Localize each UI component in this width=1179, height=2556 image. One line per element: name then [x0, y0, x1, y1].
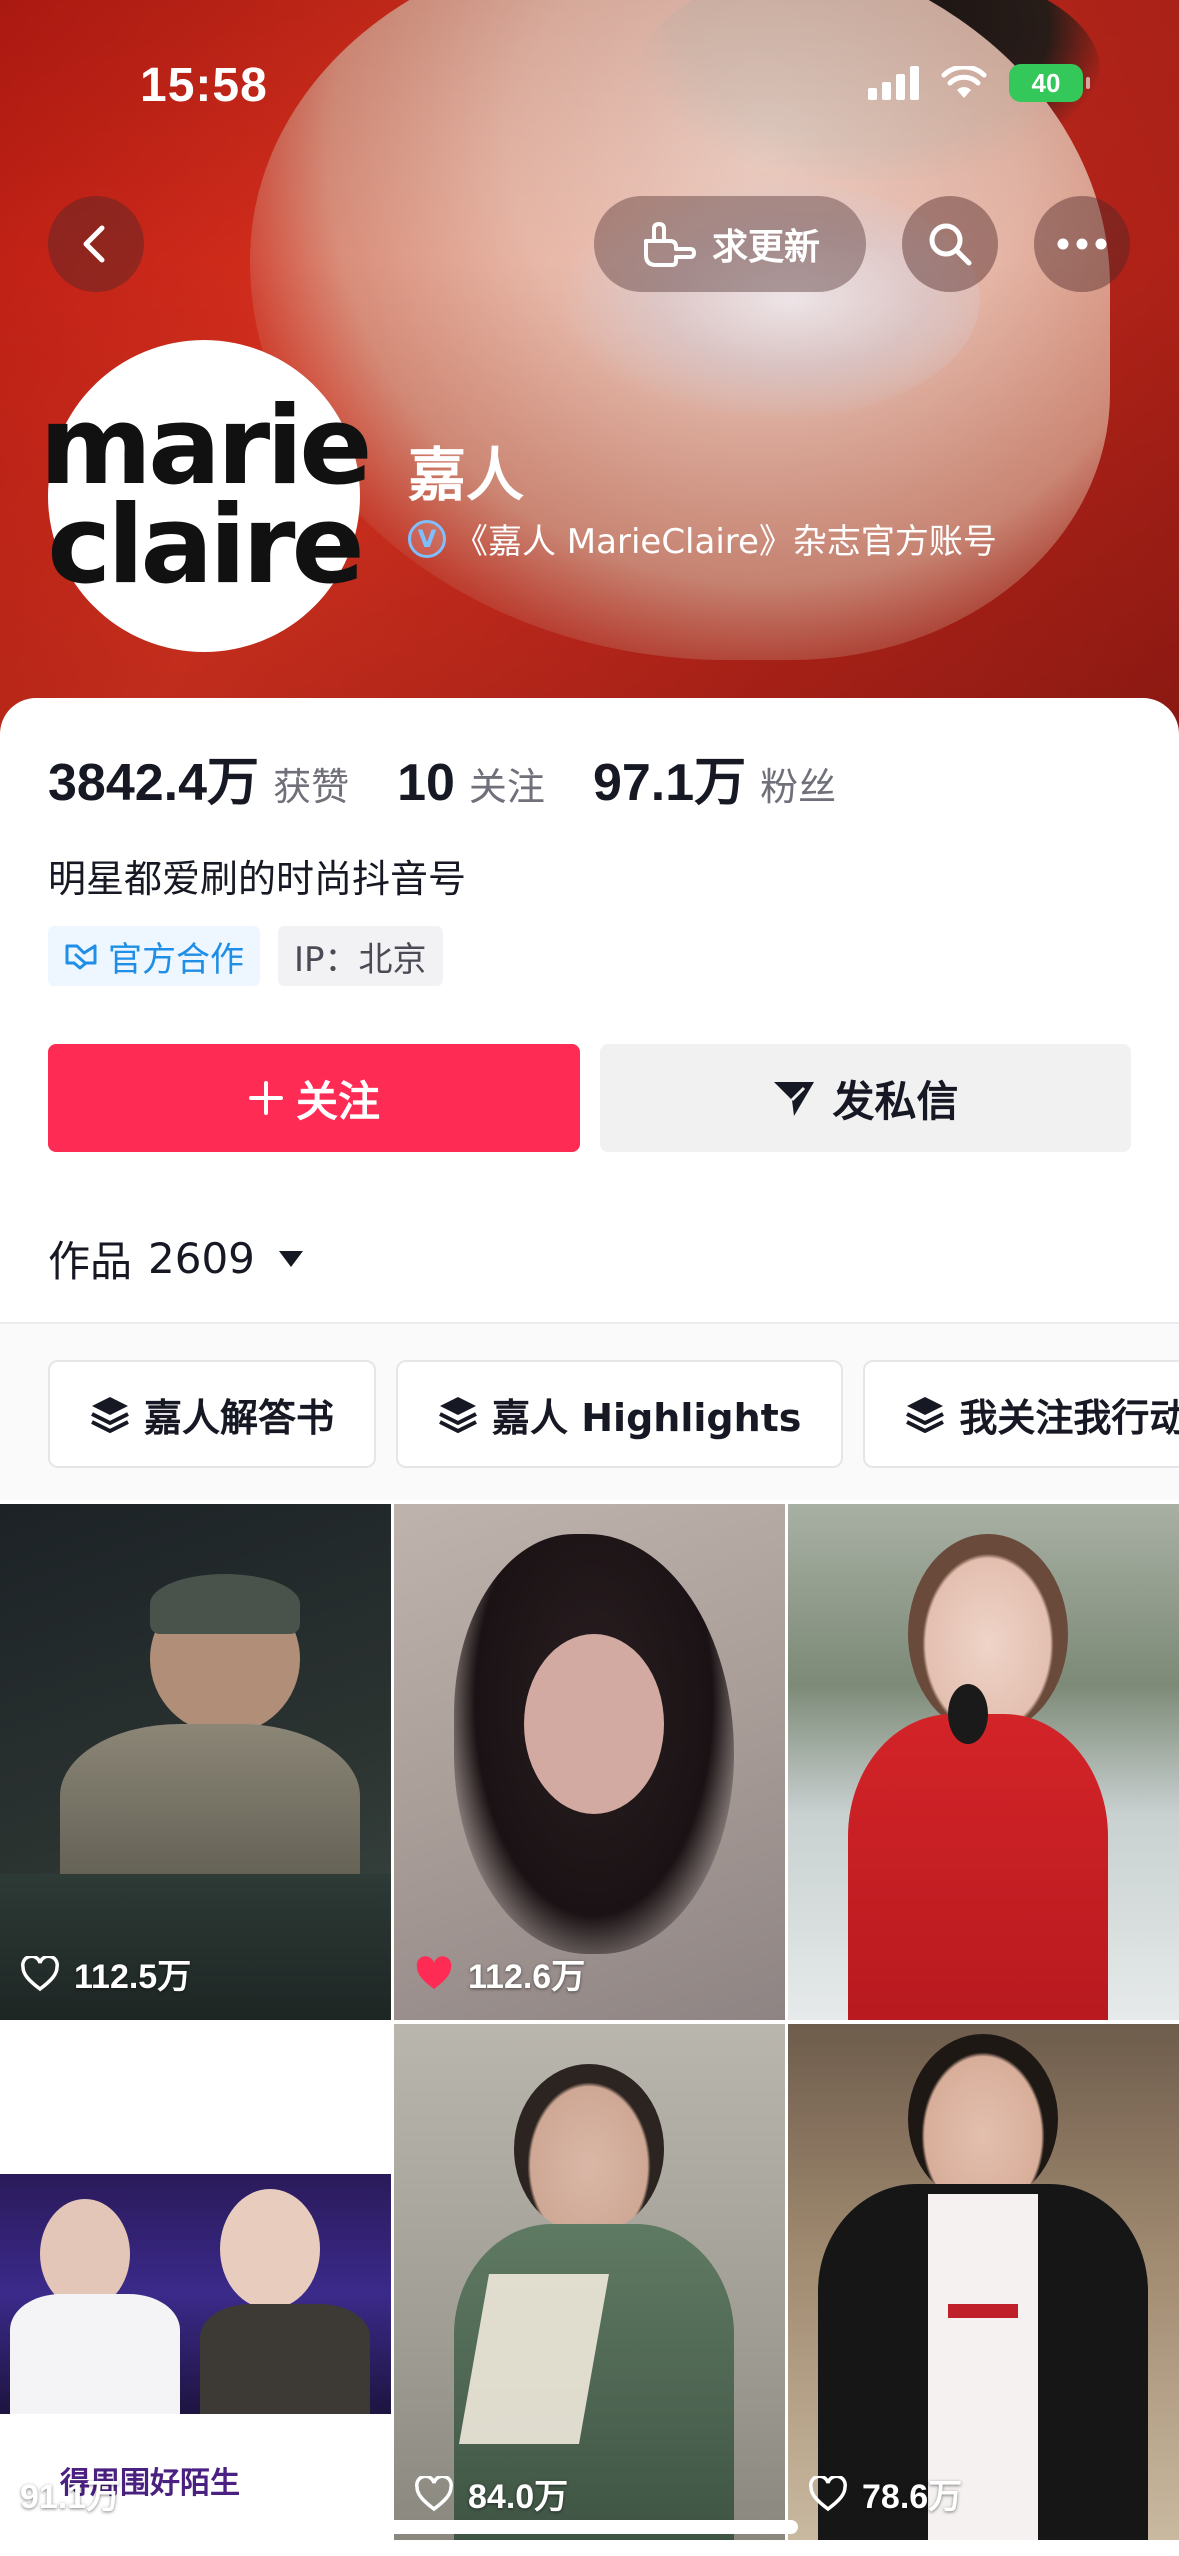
- video-likes: 84.0万: [414, 2469, 568, 2518]
- official-cooperation-tag[interactable]: 官方合作: [48, 926, 260, 986]
- verified-badge-icon: V: [408, 519, 446, 558]
- video-likes-count: 91.1万: [20, 2478, 121, 2516]
- followers-stat[interactable]: 97.1万 粉丝: [593, 740, 836, 815]
- likes-stat[interactable]: 3842.4万 获赞: [48, 740, 349, 815]
- collection-chip[interactable]: 我关注我行动: [863, 1360, 1179, 1468]
- followers-count: 97.1万: [592, 754, 747, 812]
- video-likes-count: 112.5万: [74, 1958, 192, 1996]
- likes-count: 3842.4万: [48, 754, 260, 812]
- following-label: 关注: [468, 765, 545, 809]
- video-thumbnail[interactable]: 得周围好陌生 91.1万: [0, 2024, 391, 2540]
- works-count: 2609: [148, 1234, 255, 1283]
- collection-chip-label: 嘉人 Highlights: [492, 1395, 802, 1440]
- layers-icon: [91, 1397, 129, 1433]
- collection-chip-label: 我关注我行动: [959, 1395, 1179, 1440]
- official-cooperation-label: 官方合作: [108, 939, 244, 980]
- profile-bio: 明星都爱刷的时尚抖音号: [48, 857, 467, 901]
- profile-name: 嘉人: [408, 441, 525, 509]
- wifi-icon: [941, 66, 987, 98]
- video-thumbnail[interactable]: 112.6万: [394, 1504, 785, 2020]
- video-thumbnail[interactable]: 78.6万: [788, 2024, 1179, 2540]
- home-indicator: [382, 2520, 798, 2534]
- verification-line: V 《嘉人 MarieClaire》杂志官方账号: [408, 514, 997, 563]
- avatar[interactable]: marie claire: [40, 340, 372, 652]
- video-likes-count: 84.0万: [468, 2478, 569, 2516]
- battery-icon: 40: [1009, 64, 1090, 102]
- more-button[interactable]: [1034, 196, 1130, 292]
- video-likes-count: 112.6万: [468, 1958, 586, 1996]
- works-tab[interactable]: 作品 2609: [48, 1228, 303, 1289]
- heart-outline-icon: [809, 2475, 847, 2511]
- avatar-logo-line2: claire: [47, 483, 364, 608]
- cellular-signal-icon: [868, 66, 919, 100]
- follow-button[interactable]: 关注: [48, 1044, 580, 1152]
- heart-outline-icon: [21, 1955, 59, 1991]
- back-button[interactable]: [48, 196, 144, 292]
- status-time: 15:58: [140, 59, 268, 112]
- video-thumbnail[interactable]: [788, 1504, 1179, 2020]
- send-icon: [774, 1082, 815, 1116]
- heart-outline-icon: [415, 2475, 453, 2511]
- collection-chip[interactable]: 嘉人解答书: [48, 1360, 377, 1468]
- video-likes: 112.6万: [414, 1949, 585, 1998]
- following-count: 10: [397, 754, 455, 812]
- message-button[interactable]: 发私信: [600, 1044, 1131, 1152]
- more-dots-icon: [1057, 238, 1107, 250]
- request-update-button[interactable]: 求更新: [594, 196, 866, 292]
- profile-banner: 15:58 40 求更新 marie claire 嘉人 V 《嘉人 Marie…: [0, 0, 1179, 740]
- video-thumbnail[interactable]: 84.0万: [394, 2024, 785, 2540]
- verified-text: 《嘉人 MarieClaire》杂志官方账号: [454, 522, 997, 562]
- status-icons: 40: [868, 64, 1090, 102]
- ip-location-tag: IP：北京: [278, 926, 443, 986]
- layers-icon: [439, 1397, 477, 1433]
- profile-stats: 3842.4万 获赞 10 关注 97.1万 粉丝: [48, 740, 884, 815]
- handshake-icon: [65, 944, 97, 970]
- collection-chip[interactable]: 嘉人 Highlights: [396, 1360, 844, 1468]
- caret-down-icon: [278, 1250, 303, 1267]
- chevron-left-icon: [83, 225, 105, 263]
- video-likes: 78.6万: [808, 2469, 962, 2518]
- message-button-label: 发私信: [832, 1076, 959, 1126]
- collections-row: 嘉人解答书 嘉人 Highlights 我关注我行动: [48, 1360, 1179, 1468]
- video-likes: 91.1万: [20, 2469, 120, 2518]
- follow-button-label: 关注: [295, 1076, 380, 1126]
- likes-label: 获赞: [273, 765, 350, 809]
- request-update-label: 求更新: [711, 227, 820, 268]
- video-thumbnail[interactable]: 112.5万: [0, 1504, 391, 2020]
- pointing-hand-icon: [643, 221, 696, 267]
- heart-filled-icon: [416, 1955, 452, 1989]
- collection-chip-label: 嘉人解答书: [144, 1395, 335, 1440]
- search-button[interactable]: [902, 196, 998, 292]
- video-likes: 112.5万: [20, 1949, 191, 1998]
- works-label: 作品: [48, 1237, 133, 1286]
- followers-label: 粉丝: [760, 765, 837, 809]
- following-stat[interactable]: 10 关注: [397, 753, 545, 813]
- ip-location-label: IP：北京: [294, 939, 427, 980]
- layers-icon: [906, 1397, 945, 1433]
- avatar-logo-line1: marie: [39, 383, 373, 509]
- search-icon: [929, 223, 972, 266]
- video-likes-count: 78.6万: [862, 2478, 963, 2516]
- profile-tags: 官方合作 IP：北京: [48, 926, 443, 986]
- plus-icon: [248, 1081, 283, 1115]
